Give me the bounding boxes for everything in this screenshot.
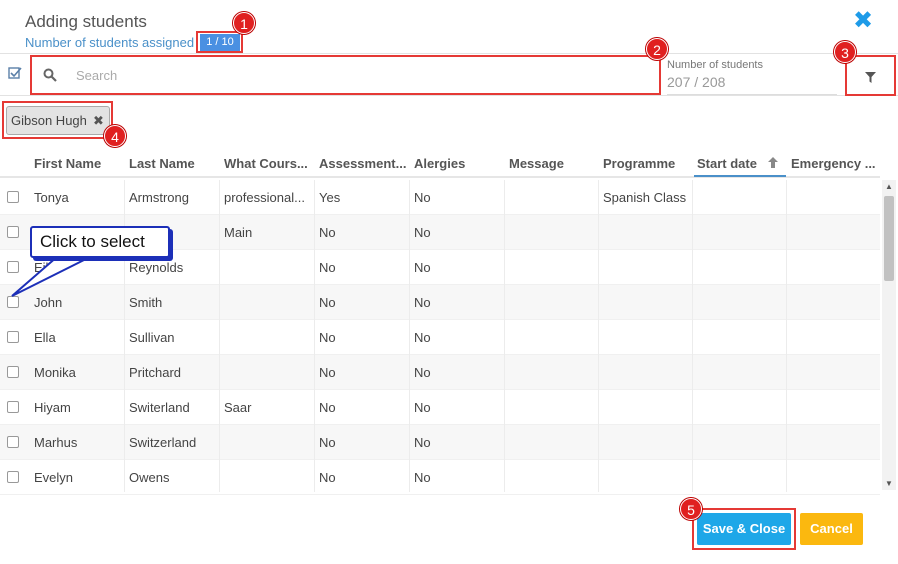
click-to-select-callout: Click to select [30,226,170,258]
callout-pointer [11,255,93,297]
